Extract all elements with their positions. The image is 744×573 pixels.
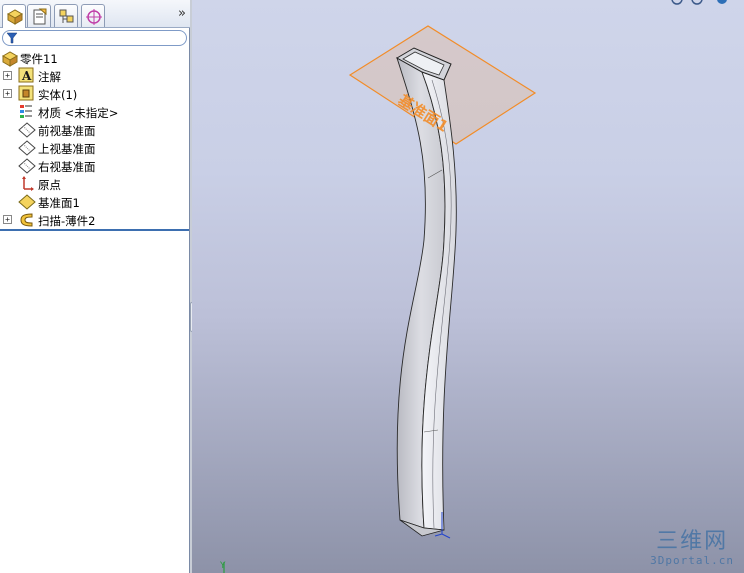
featuremanager-tab[interactable] [2, 4, 26, 28]
plane-icon [18, 140, 36, 156]
tree-divider [0, 229, 189, 231]
tree-item-label: 右视基准面 [38, 160, 96, 174]
model-scene: 基准面1 Y [219, 0, 727, 573]
tree-item-label: 上视基准面 [38, 142, 96, 156]
view-toolbar-partial[interactable] [671, 0, 727, 5]
solid-bodies-icon [18, 85, 34, 101]
propertymanager-tab[interactable] [27, 4, 51, 27]
dimxpert-tab[interactable] [81, 4, 105, 27]
expand-toggle[interactable]: + [3, 215, 12, 224]
material-icon [20, 105, 32, 118]
part-icon [1, 51, 19, 67]
tree-root-label: 零件11 [20, 52, 58, 66]
triad-y-label: Y [219, 561, 226, 571]
tree-item-label: 前视基准面 [38, 124, 96, 138]
tree-item-plane1[interactable]: 基准面1 [0, 193, 188, 211]
dimxpert-icon [86, 9, 102, 25]
panel-tab-bar: » [0, 0, 190, 28]
sweep-thin-feature-icon [20, 213, 33, 227]
plane-icon [18, 158, 36, 174]
expand-toggle[interactable]: + [3, 89, 12, 98]
tree-item-material[interactable]: 材质 <未指定> [0, 103, 188, 121]
propertymanager-icon [33, 8, 47, 25]
view-triad: Y [219, 561, 226, 573]
more-tabs-button[interactable]: » [178, 6, 186, 21]
tree-item-front-plane[interactable]: 前视基准面 [0, 121, 188, 139]
featuremanager-icon [6, 9, 24, 25]
tree-item-label: 材质 <未指定> [38, 106, 119, 120]
origin-icon [22, 176, 34, 191]
plane-icon [18, 122, 36, 138]
configurationmanager-tab[interactable] [54, 4, 78, 27]
watermark: 三维网 3Dportal.cn [650, 529, 734, 568]
tree-item-solid-bodies[interactable]: + 实体(1) [0, 85, 188, 103]
tree-item-origin[interactable]: 原点 [0, 175, 188, 193]
plane-icon [18, 194, 36, 210]
tree-item-label: 实体(1) [38, 88, 78, 102]
tree-item-label: 基准面1 [38, 196, 80, 210]
expand-toggle[interactable]: + [3, 71, 12, 80]
watermark-title: 三维网 [656, 529, 729, 554]
feature-manager-pane: » 零件11 + A 注解 + 实体(1) 材质 <未指定> 前视基准面 上视基… [0, 0, 190, 573]
tree-item-label: 注解 [38, 70, 61, 84]
graphics-viewport[interactable]: 基准面1 Y 三维网 3Dportal.cn [192, 0, 744, 573]
svg-text:A: A [21, 69, 32, 83]
tree-root-part[interactable]: 零件11 [0, 49, 188, 67]
configurationmanager-icon [59, 9, 74, 23]
tree-item-annotations[interactable]: + A 注解 [0, 67, 188, 85]
watermark-url: 3Dportal.cn [650, 554, 734, 567]
filter-icon [6, 32, 18, 44]
tree-item-sweep-thin[interactable]: + 扫描-薄件2 [0, 211, 188, 229]
tree-item-top-plane[interactable]: 上视基准面 [0, 139, 188, 157]
annotations-icon: A [18, 67, 34, 83]
tree-item-right-plane[interactable]: 右视基准面 [0, 157, 188, 175]
tree-item-label: 扫描-薄件2 [38, 214, 96, 228]
tree-item-label: 原点 [38, 178, 61, 192]
feature-filter-input[interactable] [2, 30, 187, 46]
